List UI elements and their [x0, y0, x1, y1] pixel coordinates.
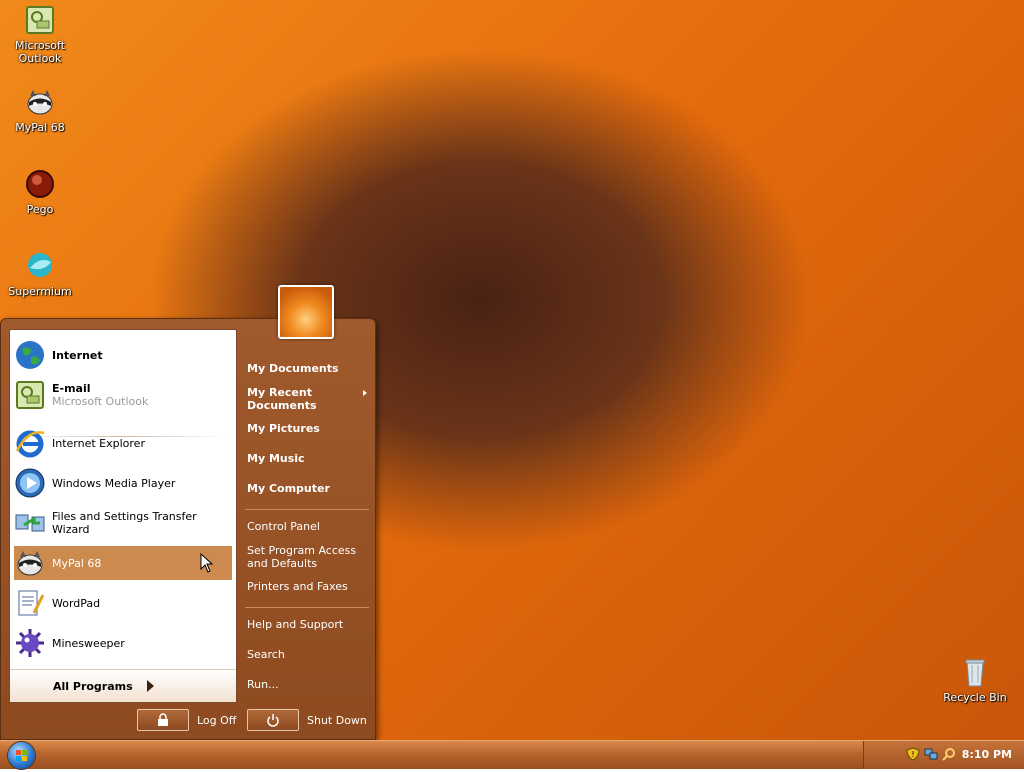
- program-label: Windows Media Player: [52, 476, 176, 490]
- places-separator: [245, 607, 369, 608]
- recent-transfer-wizard[interactable]: Files and Settings Transfer Wizard: [14, 506, 232, 540]
- mouse-cursor-icon: [200, 553, 214, 573]
- log-off-button[interactable]: Log Off: [137, 709, 236, 731]
- wordpad-icon: [18, 590, 45, 616]
- program-label: Files and Settings Transfer Wizard: [52, 510, 197, 536]
- place-printers-faxes[interactable]: Printers and Faxes: [247, 580, 371, 593]
- right-arrow-icon: [146, 680, 154, 692]
- place-label: My Recent Documents: [247, 386, 317, 412]
- power-icon: [247, 709, 299, 731]
- recent-internet-explorer[interactable]: Internet Explorer: [14, 426, 232, 460]
- desktop-icon-recycle-bin[interactable]: Recycle Bin: [937, 656, 1013, 704]
- svg-text:!: !: [911, 750, 914, 759]
- taskbar-clock[interactable]: 8:10 PM: [962, 748, 1012, 761]
- desktop-icon-supermium[interactable]: Supermium: [2, 250, 78, 298]
- program-label: WordPad: [52, 596, 101, 610]
- lock-icon: [137, 709, 189, 731]
- media-player-icon: [15, 468, 45, 498]
- supermium-icon: [28, 253, 52, 277]
- outlook-icon: [16, 381, 44, 409]
- all-programs-label: All Programs: [53, 679, 133, 693]
- pinned-email[interactable]: E-mail Microsoft Outlook: [14, 378, 232, 412]
- recent-wordpad[interactable]: WordPad: [14, 586, 232, 620]
- place-run[interactable]: Run...: [247, 678, 371, 691]
- desktop-icon-label: Microsoft Outlook: [14, 39, 66, 65]
- recycle-bin-icon: [965, 659, 985, 687]
- place-help-support[interactable]: Help and Support: [247, 618, 371, 631]
- pinned-internet[interactable]: Internet: [14, 338, 232, 372]
- windows-logo-icon: [16, 750, 27, 761]
- desktop-icon-outlook[interactable]: Microsoft Outlook: [2, 4, 78, 65]
- start-menu: Internet E-mail Microsoft Outlook Intern…: [0, 318, 376, 740]
- pinned-label: E-mail: [52, 382, 91, 395]
- system-tray: ! 8:10 PM: [863, 741, 1024, 769]
- places-separator: [245, 509, 369, 510]
- minesweeper-icon: [16, 629, 44, 657]
- place-search[interactable]: Search: [247, 648, 371, 661]
- user-account-picture[interactable]: [278, 285, 334, 339]
- place-my-music[interactable]: My Music: [247, 452, 371, 465]
- globe-icon: [16, 341, 44, 369]
- pinned-label: Internet: [52, 348, 103, 362]
- place-my-pictures[interactable]: My Pictures: [247, 422, 371, 435]
- place-my-recent-documents[interactable]: My Recent Documents: [247, 386, 367, 412]
- recent-windows-media-player[interactable]: Windows Media Player: [14, 466, 232, 500]
- place-my-computer[interactable]: My Computer: [247, 482, 371, 495]
- outlook-icon: [26, 6, 54, 34]
- desktop-icon-label: Supermium: [8, 285, 72, 298]
- transfer-wizard-icon: [15, 514, 45, 532]
- pego-icon: [26, 170, 54, 198]
- place-program-access[interactable]: Set Program Access and Defaults: [247, 544, 357, 570]
- internet-explorer-icon: [15, 430, 45, 458]
- program-label: Internet Explorer: [52, 436, 145, 450]
- place-control-panel[interactable]: Control Panel: [247, 520, 371, 533]
- start-menu-programs-pane: Internet E-mail Microsoft Outlook Intern…: [9, 329, 237, 703]
- program-label: MyPal 68: [52, 556, 102, 570]
- shut-down-label: Shut Down: [307, 713, 367, 727]
- desktop-icon-label: Recycle Bin: [943, 691, 1007, 704]
- desktop-icon-label: Pego: [26, 203, 54, 216]
- pinned-sublabel: Microsoft Outlook: [52, 395, 149, 408]
- start-button[interactable]: [8, 742, 35, 769]
- recent-minesweeper[interactable]: Minesweeper: [14, 626, 232, 660]
- desktop-icon-label: MyPal 68: [15, 121, 65, 134]
- mypal-raccoon-icon: [17, 551, 43, 576]
- log-off-label: Log Off: [197, 713, 237, 727]
- mypal-raccoon-icon: [27, 90, 53, 115]
- place-my-documents[interactable]: My Documents: [247, 362, 371, 375]
- shut-down-button[interactable]: Shut Down: [247, 709, 367, 731]
- all-programs-button[interactable]: All Programs: [10, 669, 236, 702]
- search-icon[interactable]: [942, 747, 956, 761]
- submenu-arrow-icon: [363, 390, 367, 396]
- taskbar: ! 8:10 PM: [0, 740, 1024, 769]
- start-menu-places-pane: My Documents My Recent Documents My Pict…: [237, 319, 375, 699]
- network-icon[interactable]: [924, 747, 938, 761]
- program-label: Minesweeper: [52, 636, 125, 650]
- desktop-icon-pego[interactable]: Pego: [2, 168, 78, 216]
- security-shield-icon[interactable]: !: [906, 747, 920, 761]
- desktop-icon-mypal[interactable]: MyPal 68: [2, 86, 78, 134]
